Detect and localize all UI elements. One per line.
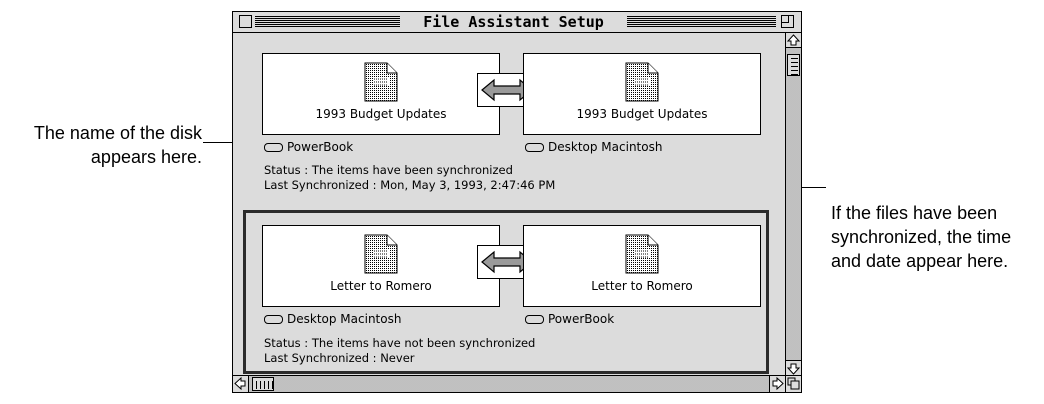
left-file-box[interactable]: Letter to Romero bbox=[262, 225, 500, 307]
document-icon bbox=[625, 62, 659, 102]
disk-name: Desktop Macintosh bbox=[548, 140, 663, 154]
status-text: Status : The items have not been synchro… bbox=[264, 336, 536, 350]
left-file-box[interactable]: 1993 Budget Updates bbox=[262, 53, 500, 135]
callout-disk-name: The name of the disk appears here. bbox=[2, 121, 202, 169]
scroll-up-arrow-icon[interactable] bbox=[786, 33, 801, 48]
horizontal-scrollbar[interactable] bbox=[233, 375, 785, 392]
window-title: File Assistant Setup bbox=[400, 12, 627, 32]
disk-icon bbox=[525, 315, 544, 324]
document-icon bbox=[364, 62, 398, 102]
disk-name: PowerBook bbox=[287, 140, 354, 154]
callout-text: The name of the disk bbox=[33, 123, 202, 143]
right-disk-label: Desktop Macintosh bbox=[525, 140, 662, 154]
vertical-scrollbar[interactable] bbox=[785, 33, 801, 375]
file-name: 1993 Budget Updates bbox=[315, 107, 447, 121]
pair-list: 1993 Budget Updates 1993 Budget Updates bbox=[233, 33, 785, 375]
close-box-icon[interactable] bbox=[239, 15, 252, 28]
vertical-scroll-thumb[interactable] bbox=[787, 54, 800, 76]
scroll-down-arrow-icon[interactable] bbox=[786, 360, 801, 375]
callout-text: and date appear here. bbox=[831, 251, 1009, 271]
disk-icon bbox=[264, 315, 283, 324]
scroll-left-arrow-icon[interactable] bbox=[233, 376, 249, 392]
disk-icon bbox=[264, 143, 283, 152]
zoom-box-icon[interactable] bbox=[781, 15, 794, 28]
scroll-right-arrow-icon[interactable] bbox=[769, 376, 785, 392]
callout-text: appears here. bbox=[90, 147, 202, 167]
callout-text: If the files have been bbox=[831, 203, 998, 223]
file-name: Letter to Romero bbox=[591, 279, 693, 293]
left-disk-label: Desktop Macintosh bbox=[264, 312, 401, 326]
last-synchronized-text: Last Synchronized : Mon, May 3, 1993, 2:… bbox=[264, 178, 556, 192]
right-disk-label: PowerBook bbox=[525, 312, 614, 326]
document-icon bbox=[364, 234, 398, 274]
last-synchronized-text: Last Synchronized : Never bbox=[264, 351, 415, 365]
file-name: Letter to Romero bbox=[330, 279, 432, 293]
document-icon bbox=[625, 234, 659, 274]
right-file-box[interactable]: 1993 Budget Updates bbox=[523, 53, 761, 135]
disk-icon bbox=[525, 143, 544, 152]
callout-sync-time: If the files have been synchronized, the… bbox=[831, 201, 1041, 273]
right-file-box[interactable]: Letter to Romero bbox=[523, 225, 761, 307]
callout-text: synchronized, the time bbox=[831, 227, 1012, 247]
title-stripes bbox=[627, 16, 776, 27]
file-name: 1993 Budget Updates bbox=[576, 107, 708, 121]
size-box-icon[interactable] bbox=[785, 375, 801, 392]
sync-pair-selected[interactable]: Letter to Romero Letter to Romero Deskto… bbox=[243, 210, 769, 374]
sync-pair[interactable]: 1993 Budget Updates 1993 Budget Updates bbox=[243, 36, 769, 196]
horizontal-scroll-thumb[interactable] bbox=[252, 377, 274, 391]
title-bar[interactable]: File Assistant Setup bbox=[233, 12, 801, 33]
file-assistant-window: File Assistant Setup 1993 Budget Updates bbox=[232, 11, 802, 393]
title-stripes bbox=[255, 16, 400, 27]
disk-name: PowerBook bbox=[548, 312, 615, 326]
left-disk-label: PowerBook bbox=[264, 140, 353, 154]
status-text: Status : The items have been synchronize… bbox=[264, 163, 513, 177]
disk-name: Desktop Macintosh bbox=[287, 312, 402, 326]
